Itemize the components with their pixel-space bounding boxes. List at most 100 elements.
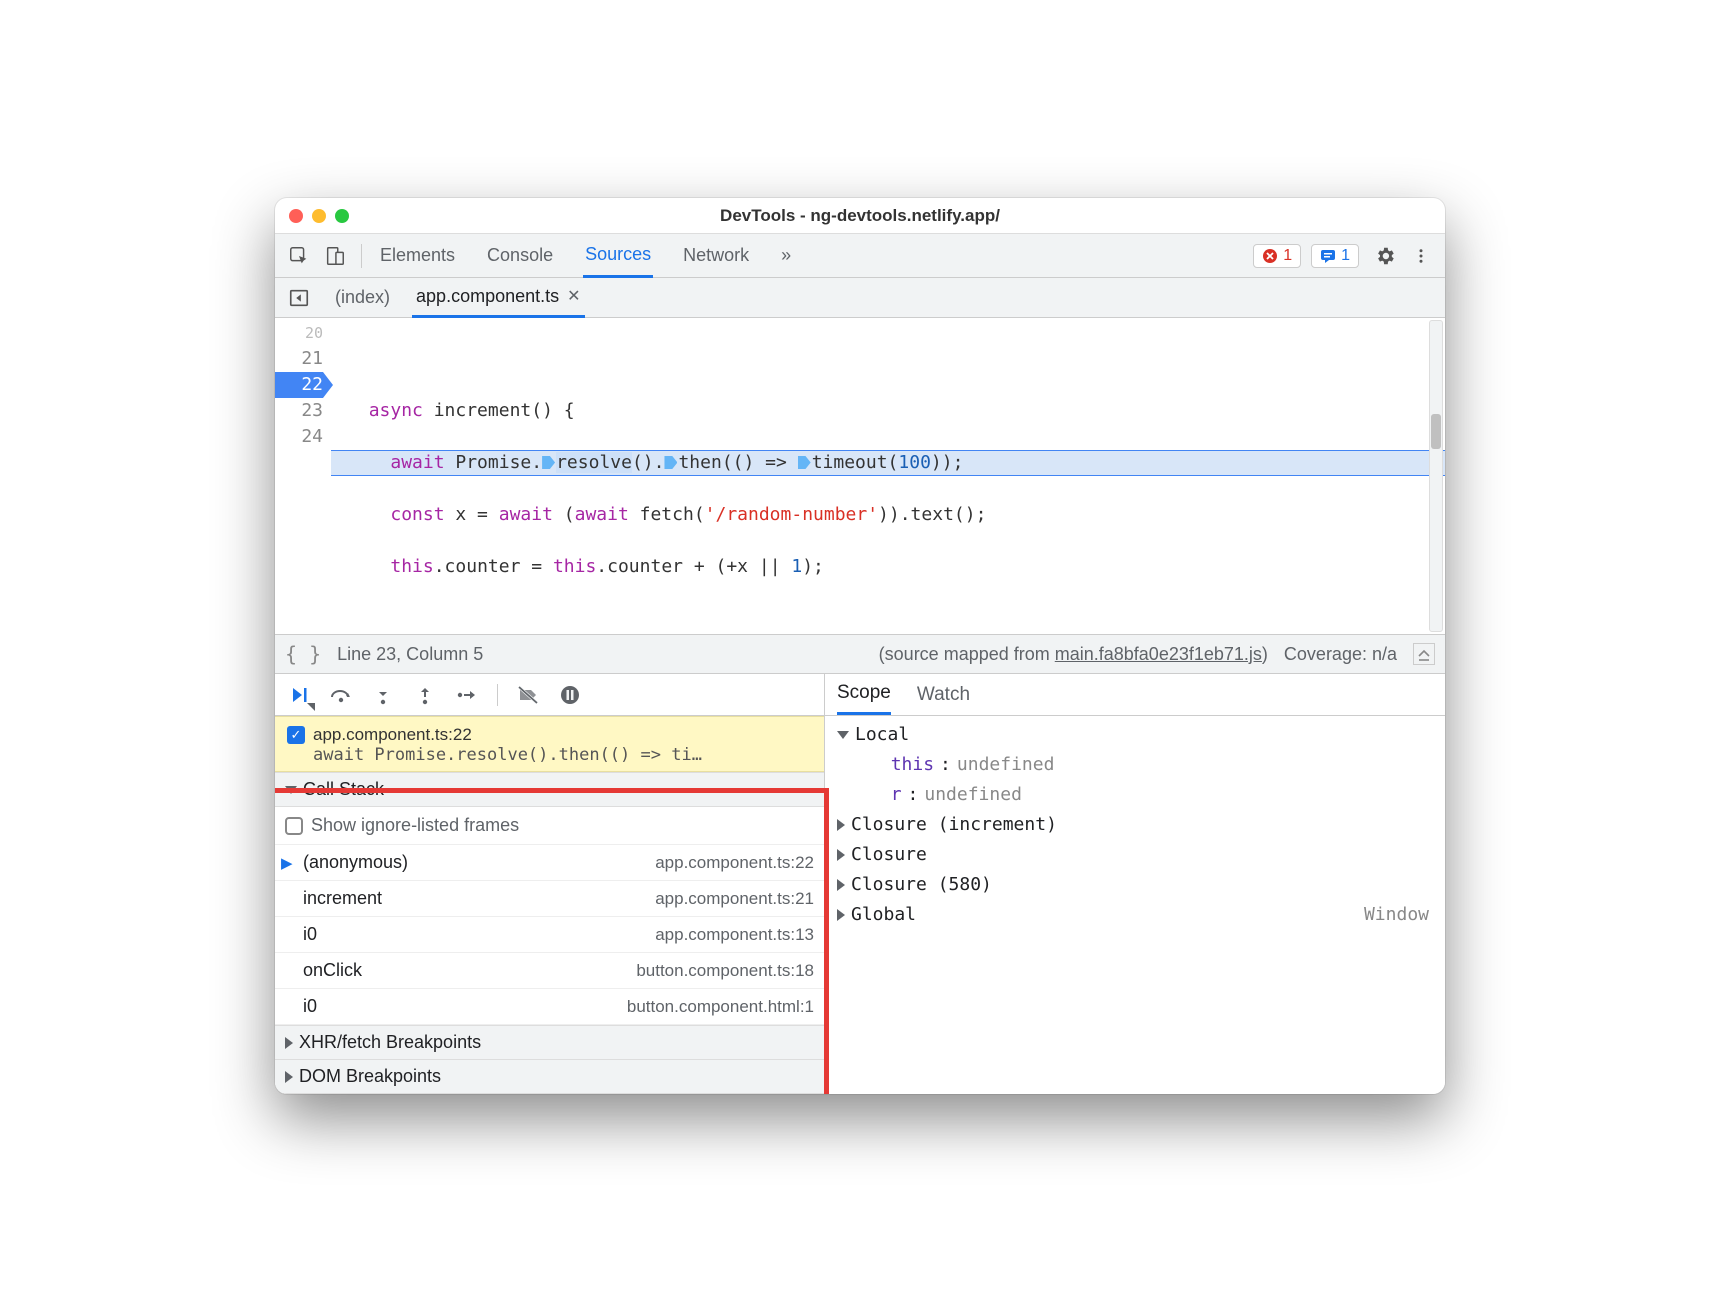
code-editor[interactable]: 20 21 22 23 24 async increment() { await… (275, 318, 1445, 634)
frame-location: app.component.ts:13 (655, 925, 814, 945)
scrollbar-thumb[interactable] (1431, 414, 1441, 449)
code-lines: async increment() { await Promise.resolv… (331, 318, 1445, 634)
code-line: async increment() { (331, 398, 1445, 424)
line-number[interactable]: 21 (275, 346, 323, 372)
stack-frame[interactable]: increment app.component.ts:21 (275, 881, 824, 917)
debug-panels: ✓ app.component.ts:22 await Promise.reso… (275, 674, 1445, 1094)
stack-frame[interactable]: ▶ (anonymous) app.component.ts:22 (275, 845, 824, 881)
source-map-link[interactable]: main.fa8bfa0e23f1eb71.js (1055, 644, 1262, 664)
file-tabs: (index) app.component.ts ✕ (275, 278, 1445, 318)
cursor-position: Line 23, Column 5 (337, 644, 483, 665)
editor-statusbar: { } Line 23, Column 5 (source mapped fro… (275, 634, 1445, 674)
kebab-menu-icon[interactable] (1405, 240, 1437, 272)
file-tab-active[interactable]: app.component.ts ✕ (412, 278, 585, 318)
expand-icon (285, 786, 297, 794)
xhr-breakpoints-header[interactable]: XHR/fetch Breakpoints (275, 1025, 824, 1060)
navigator-toggle-icon[interactable] (285, 284, 313, 312)
pretty-print-icon[interactable]: { } (285, 642, 321, 666)
scope-tree: Local this: undefined r: undefined Closu… (825, 716, 1445, 934)
messages-pill[interactable]: 1 (1311, 244, 1359, 268)
inspect-element-icon[interactable] (283, 240, 315, 272)
resume-icon[interactable] (285, 681, 313, 709)
step-over-icon[interactable] (327, 681, 355, 709)
file-tab-label: app.component.ts (416, 286, 559, 307)
scope-local[interactable]: Local (835, 720, 1435, 750)
step-into-icon[interactable] (369, 681, 397, 709)
code-line: this.counter = this.counter + (+x || 1); (331, 554, 1445, 580)
file-tab-index[interactable]: (index) (331, 279, 394, 316)
scope-closure[interactable]: Closure (580) (835, 870, 1435, 900)
stack-frame[interactable]: i0 app.component.ts:13 (275, 917, 824, 953)
scope-closure[interactable]: Closure (835, 840, 1435, 870)
code-scrollbar[interactable] (1429, 320, 1443, 632)
scope-global[interactable]: Global Window (835, 900, 1435, 930)
message-icon (1320, 248, 1336, 264)
main-tabs: Elements Console Sources Network » (378, 234, 793, 278)
main-toolbar: Elements Console Sources Network » 1 1 (275, 234, 1445, 278)
errors-count: 1 (1283, 247, 1292, 265)
step-marker-icon (542, 456, 555, 469)
debugger-toolbar (275, 674, 824, 716)
line-number: 20 (275, 320, 323, 346)
frame-name: i0 (303, 996, 317, 1017)
error-icon (1262, 248, 1278, 264)
tab-scope[interactable]: Scope (837, 674, 891, 715)
collapse-icon[interactable] (1413, 643, 1435, 665)
code-line: const x = await (await fetch('/random-nu… (331, 502, 1445, 528)
frame-location: button.component.ts:18 (636, 961, 814, 981)
frame-name: increment (303, 888, 382, 909)
stack-frame[interactable]: i0 button.component.html:1 (275, 989, 824, 1025)
right-panel: Scope Watch Local this: undefined r: und… (825, 674, 1445, 1094)
pause-on-exceptions-icon[interactable] (556, 681, 584, 709)
deactivate-breakpoints-icon[interactable] (514, 681, 542, 709)
frame-location: app.component.ts:22 (655, 853, 814, 873)
close-tab-icon[interactable]: ✕ (567, 286, 580, 306)
line-number-exec[interactable]: 22 (275, 372, 323, 398)
line-number[interactable]: 23 (275, 398, 323, 424)
frame-location: app.component.ts:21 (655, 889, 814, 909)
breakpoint-checkbox[interactable]: ✓ (287, 726, 305, 744)
frame-name: onClick (303, 960, 362, 981)
tab-watch[interactable]: Watch (917, 674, 970, 715)
scope-var[interactable]: r: undefined (835, 780, 1435, 810)
window-title: DevTools - ng-devtools.netlify.app/ (275, 206, 1445, 226)
step-marker-icon (798, 456, 811, 469)
tab-console[interactable]: Console (485, 235, 555, 276)
coverage-label: Coverage: n/a (1284, 644, 1397, 665)
step-icon[interactable] (453, 681, 481, 709)
step-marker-icon (664, 456, 677, 469)
expand-icon (285, 1071, 293, 1083)
current-frame-icon: ▶ (281, 854, 293, 872)
frame-name: (anonymous) (303, 852, 408, 873)
show-ignore-listed-toggle[interactable]: Show ignore-listed frames (275, 807, 824, 845)
stack-frame[interactable]: onClick button.component.ts:18 (275, 953, 824, 989)
line-number[interactable]: 24 (275, 424, 323, 450)
source-map-info: (source mapped from main.fa8bfa0e23f1eb7… (879, 644, 1268, 665)
scope-closure[interactable]: Closure (increment) (835, 810, 1435, 840)
callstack-header[interactable]: Call Stack (275, 772, 824, 807)
pause-location[interactable]: app.component.ts:22 (313, 725, 472, 745)
step-out-icon[interactable] (411, 681, 439, 709)
errors-pill[interactable]: 1 (1253, 244, 1301, 268)
expand-icon (837, 731, 849, 739)
tab-elements[interactable]: Elements (378, 235, 457, 276)
code-line-exec: await Promise.resolve().then(() => timeo… (331, 450, 1445, 476)
expand-icon (837, 849, 845, 861)
scope-var[interactable]: this: undefined (835, 750, 1435, 780)
settings-icon[interactable] (1369, 240, 1401, 272)
tab-sources[interactable]: Sources (583, 234, 653, 278)
messages-count: 1 (1341, 247, 1350, 265)
pause-message: ✓ app.component.ts:22 await Promise.reso… (275, 716, 824, 772)
line-gutter: 20 21 22 23 24 (275, 318, 331, 634)
expand-icon (285, 1037, 293, 1049)
devtools-window: DevTools - ng-devtools.netlify.app/ Elem… (275, 198, 1445, 1094)
dom-breakpoints-header[interactable]: DOM Breakpoints (275, 1060, 824, 1094)
more-tabs-button[interactable]: » (779, 235, 793, 276)
expand-icon (837, 909, 845, 921)
frame-location: button.component.html:1 (627, 997, 814, 1017)
tab-network[interactable]: Network (681, 235, 751, 276)
scope-tabs: Scope Watch (825, 674, 1445, 716)
device-toolbar-icon[interactable] (319, 240, 351, 272)
titlebar: DevTools - ng-devtools.netlify.app/ (275, 198, 1445, 234)
frame-name: i0 (303, 924, 317, 945)
